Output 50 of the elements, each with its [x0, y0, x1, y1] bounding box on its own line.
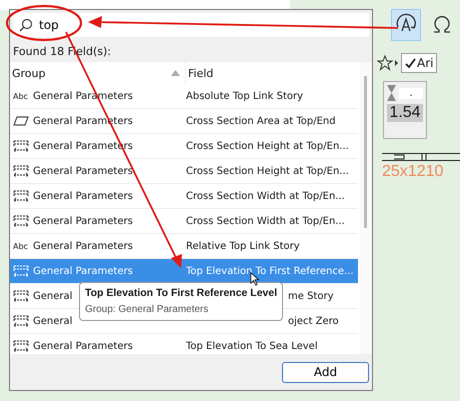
group-cell: General Parameters — [33, 166, 133, 176]
group-cell: General Parameters — [33, 190, 133, 202]
group-cell: General Parameters — [33, 240, 133, 252]
dimension-label: 25x1210 — [382, 163, 444, 181]
field-cell: Cross Section Width at Top/En... — [186, 216, 345, 226]
font-dropdown[interactable]: Ari — [401, 53, 438, 73]
column-header[interactable]: Field — [185, 62, 214, 84]
dimension-icon — [13, 265, 29, 277]
dimension-icon — [13, 140, 29, 152]
field-cell: Absolute Top Link Story — [186, 90, 304, 102]
area-icon — [13, 116, 29, 126]
field-cell: Top Elevation To First Reference... — [186, 266, 354, 276]
hourglass-icon — [387, 85, 396, 101]
field-row[interactable]: General Parameters Cross Section Height at Top/En... — [10, 159, 358, 184]
dimension-icon — [13, 340, 29, 352]
field-row[interactable]: General Parameters Top Elevation To Sea Level — [10, 334, 358, 359]
field-cell: Cross Section Area at Top/End — [186, 116, 336, 126]
field-cell: Top Elevation To Sea Level — [186, 340, 318, 352]
field-cell: Relative Top Link Story — [186, 240, 300, 252]
dimension-icon — [13, 215, 29, 227]
column-header[interactable]: Group — [10, 62, 185, 84]
dimension-icon — [13, 165, 29, 177]
text-field-icon: Abc — [13, 242, 29, 250]
group-cell: General Parameters — [33, 266, 133, 276]
group-cell: General — [33, 316, 72, 326]
value-field[interactable]: . — [399, 88, 423, 98]
tooltip-title: Top Elevation To First Reference Level — [85, 287, 278, 300]
field-cell: Cross Section Width at Top/En... — [186, 190, 345, 202]
field-cell: Cross Section Height at Top/En... — [186, 140, 349, 152]
scrollbar[interactable] — [360, 62, 372, 354]
group-cell: General — [33, 290, 72, 302]
group-cell: General Parameters — [33, 216, 133, 226]
favorite-star-icon[interactable] — [377, 55, 399, 71]
dimension-icon — [13, 190, 29, 202]
field-cell: oject Zero — [288, 316, 339, 326]
field-row[interactable]: General Parameters Cross Section Width at Top/En... — [10, 184, 358, 209]
reading-value: 1.54 — [387, 104, 423, 122]
add-button[interactable]: Add — [282, 362, 369, 382]
search-icon — [19, 18, 33, 32]
group-cell: General Parameters — [33, 340, 133, 352]
search-bar[interactable]: top — [13, 13, 369, 37]
scrollbar-thumb[interactable] — [364, 76, 367, 228]
dimension-icon — [13, 290, 29, 302]
dimension-icon — [13, 315, 29, 327]
toolbar-button[interactable] — [391, 9, 421, 41]
text-field-icon: Abc — [13, 92, 29, 100]
field-cell: me Story — [288, 290, 334, 302]
field-cell: Cross Section Height at Top/En... — [186, 166, 349, 176]
field-row[interactable]: General Parameters Cross Section Width at Top/En... — [10, 209, 358, 234]
search-field[interactable]: top — [39, 18, 369, 32]
